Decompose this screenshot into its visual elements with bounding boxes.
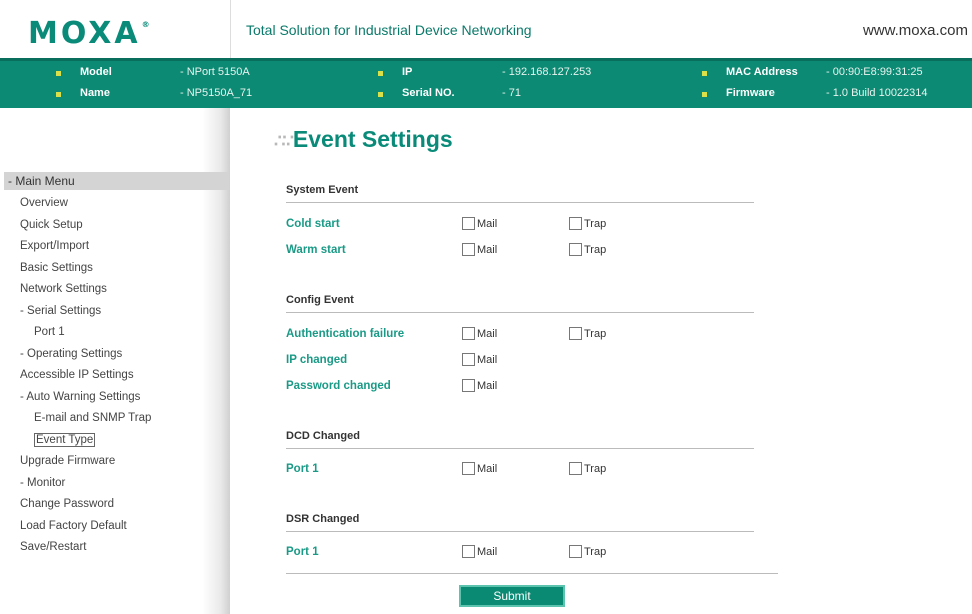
warm-start-trap-checkbox[interactable]: Trap [569, 243, 606, 256]
submit-button[interactable]: Submit [459, 585, 565, 607]
menu-port-1[interactable]: Port 1 [0, 322, 226, 344]
row-warm-start: Warm start [286, 244, 346, 256]
menu-serial-settings[interactable]: - Serial Settings [0, 301, 226, 323]
bullet-icon [702, 92, 707, 97]
section-divider [286, 531, 754, 532]
password-changed-mail-checkbox[interactable]: Mail [462, 379, 497, 392]
cold-start-mail-checkbox[interactable]: Mail [462, 217, 497, 230]
section-divider [286, 448, 754, 449]
menu-event-type[interactable]: Event Type [0, 430, 226, 452]
logo-area: MOXA® [0, 0, 230, 58]
row-password-changed: Password changed [286, 380, 391, 392]
dsr-port1-trap-checkbox[interactable]: Trap [569, 545, 606, 558]
device-info-bar: Model - NPort 5150A Name - NP5150A_71 IP… [0, 58, 972, 108]
menu-upgrade-firmware[interactable]: Upgrade Firmware [0, 451, 226, 473]
dsr-port1-mail-checkbox[interactable]: Mail [462, 545, 497, 558]
menu-monitor[interactable]: - Monitor [0, 473, 226, 495]
menu-operating-settings[interactable]: - Operating Settings [0, 344, 226, 366]
menu-auto-warning-settings[interactable]: - Auto Warning Settings [0, 387, 226, 409]
menu-network-settings[interactable]: Network Settings [0, 279, 226, 301]
main-menu-heading[interactable]: - Main Menu [4, 172, 228, 190]
menu-email-snmp-trap[interactable]: E-mail and SNMP Trap [0, 408, 226, 430]
section-divider [286, 202, 754, 203]
menu-export-import[interactable]: Export/Import [0, 236, 226, 258]
section-divider [286, 312, 754, 313]
website-link[interactable]: www.moxa.com [863, 22, 968, 39]
menu-accessible-ip-settings[interactable]: Accessible IP Settings [0, 365, 226, 387]
dcd-port1-trap-checkbox[interactable]: Trap [569, 462, 606, 475]
menu-overview[interactable]: Overview [0, 193, 226, 215]
row-authentication-failure: Authentication failure [286, 328, 405, 340]
bullet-icon [378, 71, 383, 76]
title-dots-icon: ∴∵ [274, 131, 294, 151]
bullet-icon [378, 92, 383, 97]
section-dsr-changed: DSR Changed [286, 513, 360, 525]
dcd-port1-mail-checkbox[interactable]: Mail [462, 462, 497, 475]
bullet-icon [56, 92, 61, 97]
main-content: ∴∵Event Settings System Event Cold start… [230, 108, 972, 614]
form-bottom-divider [286, 573, 778, 574]
menu-quick-setup[interactable]: Quick Setup [0, 215, 226, 237]
sidebar: - Main Menu Overview Quick Setup Export/… [0, 108, 230, 614]
ip-changed-mail-checkbox[interactable]: Mail [462, 353, 497, 366]
section-config-event: Config Event [286, 294, 354, 306]
menu-basic-settings[interactable]: Basic Settings [0, 258, 226, 280]
menu-save-restart[interactable]: Save/Restart [0, 537, 226, 559]
row-cold-start: Cold start [286, 218, 340, 230]
auth-failure-trap-checkbox[interactable]: Trap [569, 327, 606, 340]
warm-start-mail-checkbox[interactable]: Mail [462, 243, 497, 256]
section-dcd-changed: DCD Changed [286, 430, 360, 442]
header: MOXA® Total Solution for Industrial Devi… [0, 0, 972, 58]
menu-change-password[interactable]: Change Password [0, 494, 226, 516]
main-menu: Overview Quick Setup Export/Import Basic… [0, 193, 226, 559]
moxa-logo: MOXA® [28, 16, 150, 51]
menu-load-factory-default[interactable]: Load Factory Default [0, 516, 226, 538]
row-dcd-port-1: Port 1 [286, 463, 319, 475]
tagline: Total Solution for Industrial Device Net… [246, 22, 532, 38]
bullet-icon [56, 71, 61, 76]
header-divider [230, 0, 231, 58]
row-dsr-port-1: Port 1 [286, 546, 319, 558]
row-ip-changed: IP changed [286, 354, 348, 366]
page-title: ∴∵Event Settings [274, 126, 453, 152]
auth-failure-mail-checkbox[interactable]: Mail [462, 327, 497, 340]
section-system-event: System Event [286, 184, 359, 196]
cold-start-trap-checkbox[interactable]: Trap [569, 217, 606, 230]
bullet-icon [702, 71, 707, 76]
